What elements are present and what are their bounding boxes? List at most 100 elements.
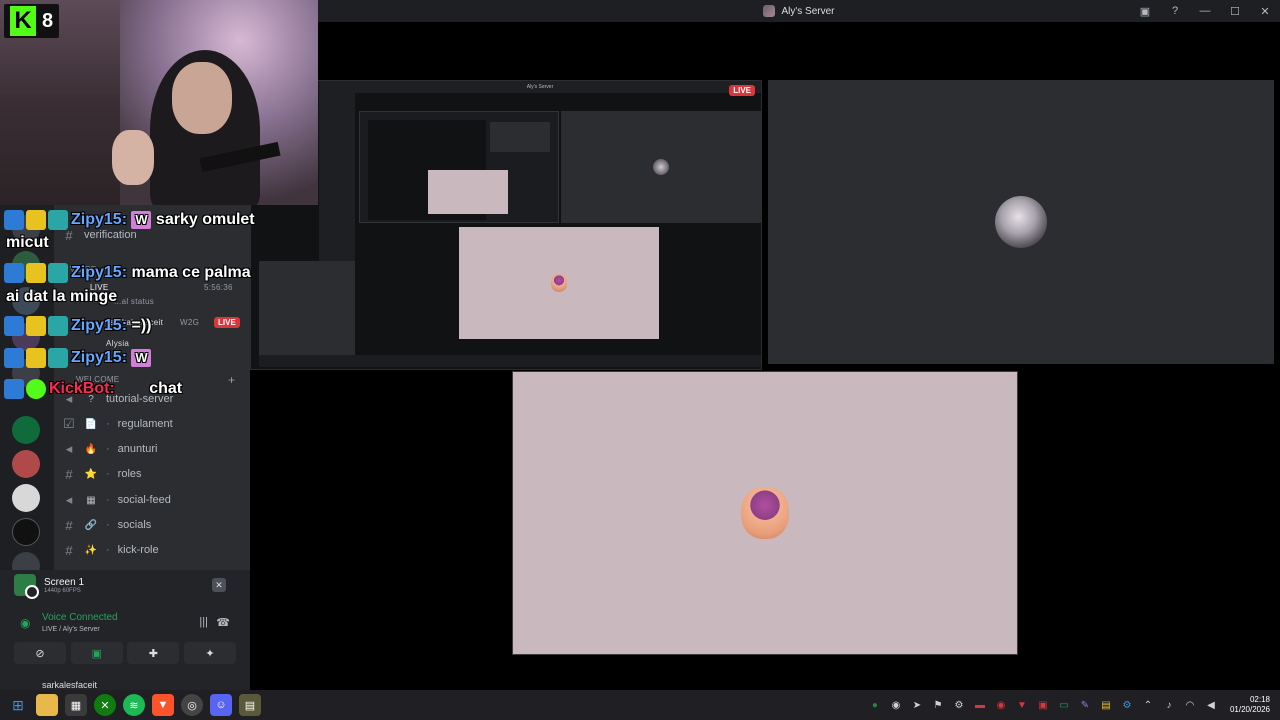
chat-badges (4, 263, 68, 283)
server-icon-white[interactable] (12, 484, 40, 512)
minimize-button[interactable]: — (1190, 0, 1220, 22)
screen: Aly's Server ▣ ? — ☐ ✕ Aly's Server LIVE… (0, 0, 1280, 720)
w-emote-icon: W (131, 211, 152, 229)
signal-icon[interactable]: ◉ (20, 616, 30, 630)
og-badge-icon (48, 263, 68, 283)
megaphone-icon: ◂ (65, 492, 73, 507)
chat-message: Zipy15: W (4, 348, 152, 368)
channel-label: roles (117, 468, 142, 480)
maximize-button[interactable]: ☐ (1220, 0, 1250, 22)
channel-anunturi[interactable]: ◂ 🔥 · anunturi (62, 438, 248, 460)
tray-box-icon[interactable]: ▣ (1035, 697, 1051, 713)
hash-icon: # (65, 542, 73, 558)
channel-emoji: 🔥 (84, 443, 98, 455)
tray-monitor-icon[interactable]: ▭ (1056, 697, 1072, 713)
tray-vpn-icon[interactable]: ⚑ (930, 697, 946, 713)
noise-suppression-icon[interactable]: ||| (199, 616, 208, 628)
channel-emoji: ✨ (84, 544, 98, 556)
custom-status[interactable]: ...al status (114, 297, 154, 306)
clock-time: 02:18 (1249, 695, 1270, 704)
help-icon[interactable]: ? (1160, 0, 1190, 22)
chat-message: Zipy15: W sarky omulet (4, 210, 255, 230)
chat-text-wrap: ai dat la minge (6, 288, 118, 305)
channel-socials[interactable]: # 🔗 · socials (62, 514, 248, 536)
obs-icon[interactable]: ◎ (181, 694, 203, 716)
nested-stream-tile (359, 111, 559, 223)
share-screen-icon[interactable]: ▣ (70, 642, 123, 664)
chat-badges (4, 316, 68, 336)
moderator-badge-icon (4, 379, 24, 399)
disconnect-icon[interactable]: ☎ (216, 616, 230, 629)
channel-emoji: ⭐ (84, 468, 98, 480)
app-icon[interactable]: ▤ (239, 694, 261, 716)
moderator-badge-icon (4, 263, 24, 283)
user-name[interactable]: sarkalesfaceit (42, 680, 97, 690)
member-name[interactable]: Alysia (106, 339, 129, 348)
streamer-face (172, 62, 232, 134)
tray-bluetooth-icon[interactable]: ⚙ (1119, 697, 1135, 713)
separator-dot: · (106, 544, 110, 556)
clock[interactable]: 02:18 01/20/2026 (1230, 695, 1270, 715)
server-icon (763, 5, 776, 17)
og-badge-icon (48, 316, 68, 336)
titlebar-controls: ▣ ? — ☐ ✕ (1130, 0, 1280, 22)
spotify-icon[interactable]: ≋ (123, 694, 145, 716)
tray-folder-icon[interactable]: ▤ (1098, 697, 1114, 713)
chevron-up-icon[interactable]: ⌃ (1140, 697, 1156, 713)
channel-regulament[interactable]: ☑ 📄 · regulament (62, 413, 248, 435)
deep-nested-tile (490, 122, 550, 152)
moderator-badge-icon (4, 348, 24, 368)
stream-area: Aly's Server LIVE (250, 22, 1280, 690)
tray-pen-icon[interactable]: ✎ (1077, 697, 1093, 713)
close-button[interactable]: ✕ (1250, 0, 1280, 22)
inbox-icon[interactable]: ▣ (1130, 0, 1160, 22)
moderator-badge-icon (4, 210, 24, 230)
tray-record-icon[interactable]: ▬ (972, 697, 988, 713)
tray-settings-icon[interactable]: ⚙ (951, 697, 967, 713)
deep-nested-avatar-tile (428, 170, 508, 214)
add-channel-icon[interactable]: + (228, 373, 235, 387)
tray-green-icon[interactable]: ● (867, 697, 883, 713)
channel-roles[interactable]: # ⭐ · roles (62, 463, 248, 485)
microphone-icon[interactable]: ♪ (1161, 697, 1177, 713)
tray-steam-icon[interactable]: ◉ (888, 697, 904, 713)
tray-arrow-icon[interactable]: ➤ (909, 697, 925, 713)
tray-red-icon[interactable]: ◉ (993, 697, 1009, 713)
volume-icon[interactable]: ◀ (1203, 697, 1219, 713)
channel-kick-role[interactable]: # ✨ · kick-role (62, 539, 248, 561)
store-icon[interactable]: ▦ (65, 694, 87, 716)
user-tile-main[interactable] (512, 371, 1018, 655)
window-titlebar: Aly's Server ▣ ? — ☐ ✕ (318, 0, 1280, 22)
voice-timer: 5:56:36 (204, 283, 233, 292)
nested-user-avatar (653, 159, 669, 175)
server-icon-bodean[interactable] (12, 416, 40, 444)
moderator-badge-icon (4, 316, 24, 336)
activities-icon[interactable]: ✚ (127, 642, 180, 664)
channel-label: anunturi (117, 443, 158, 455)
camera-off-icon[interactable]: ⊘ (14, 642, 66, 664)
screen-share-title: Screen 1 (44, 576, 85, 588)
crown-badge-icon (26, 263, 46, 283)
og-badge-icon (48, 210, 68, 230)
user-tile-right[interactable] (768, 80, 1274, 364)
server-icon-red[interactable] (12, 450, 40, 478)
discord-icon[interactable]: ☺ (210, 694, 232, 716)
voice-panel: Screen 1 1440p 60FPS ✕ ◉ Voice Connected… (0, 570, 250, 690)
file-explorer-icon[interactable] (36, 694, 58, 716)
screen-share-tile[interactable]: Aly's Server LIVE (250, 80, 762, 370)
separator-dot: · (106, 418, 110, 430)
chat-text: =)) (131, 317, 152, 335)
nested-raccoon-avatar (551, 274, 567, 292)
stop-share-icon[interactable]: ✕ (212, 578, 226, 592)
channel-social-feed[interactable]: ◂ ▦ · social-feed (62, 489, 248, 511)
wifi-icon[interactable]: ◠ (1182, 697, 1198, 713)
soundboard-icon[interactable]: ✦ (183, 642, 236, 664)
start-menu-icon[interactable]: ⊞ (7, 694, 29, 716)
tray-shield-icon[interactable]: ▼ (1014, 697, 1030, 713)
voice-connected-title: Voice Connected (42, 612, 118, 623)
server-icon-w2g[interactable] (12, 518, 40, 546)
xbox-icon[interactable]: ✕ (94, 694, 116, 716)
voice-connected-sub[interactable]: LIVE / Aly's Server (42, 626, 100, 633)
brave-icon[interactable]: ▼ (152, 694, 174, 716)
screen-share-status[interactable]: Screen 1 1440p 60FPS ✕ (14, 572, 236, 599)
